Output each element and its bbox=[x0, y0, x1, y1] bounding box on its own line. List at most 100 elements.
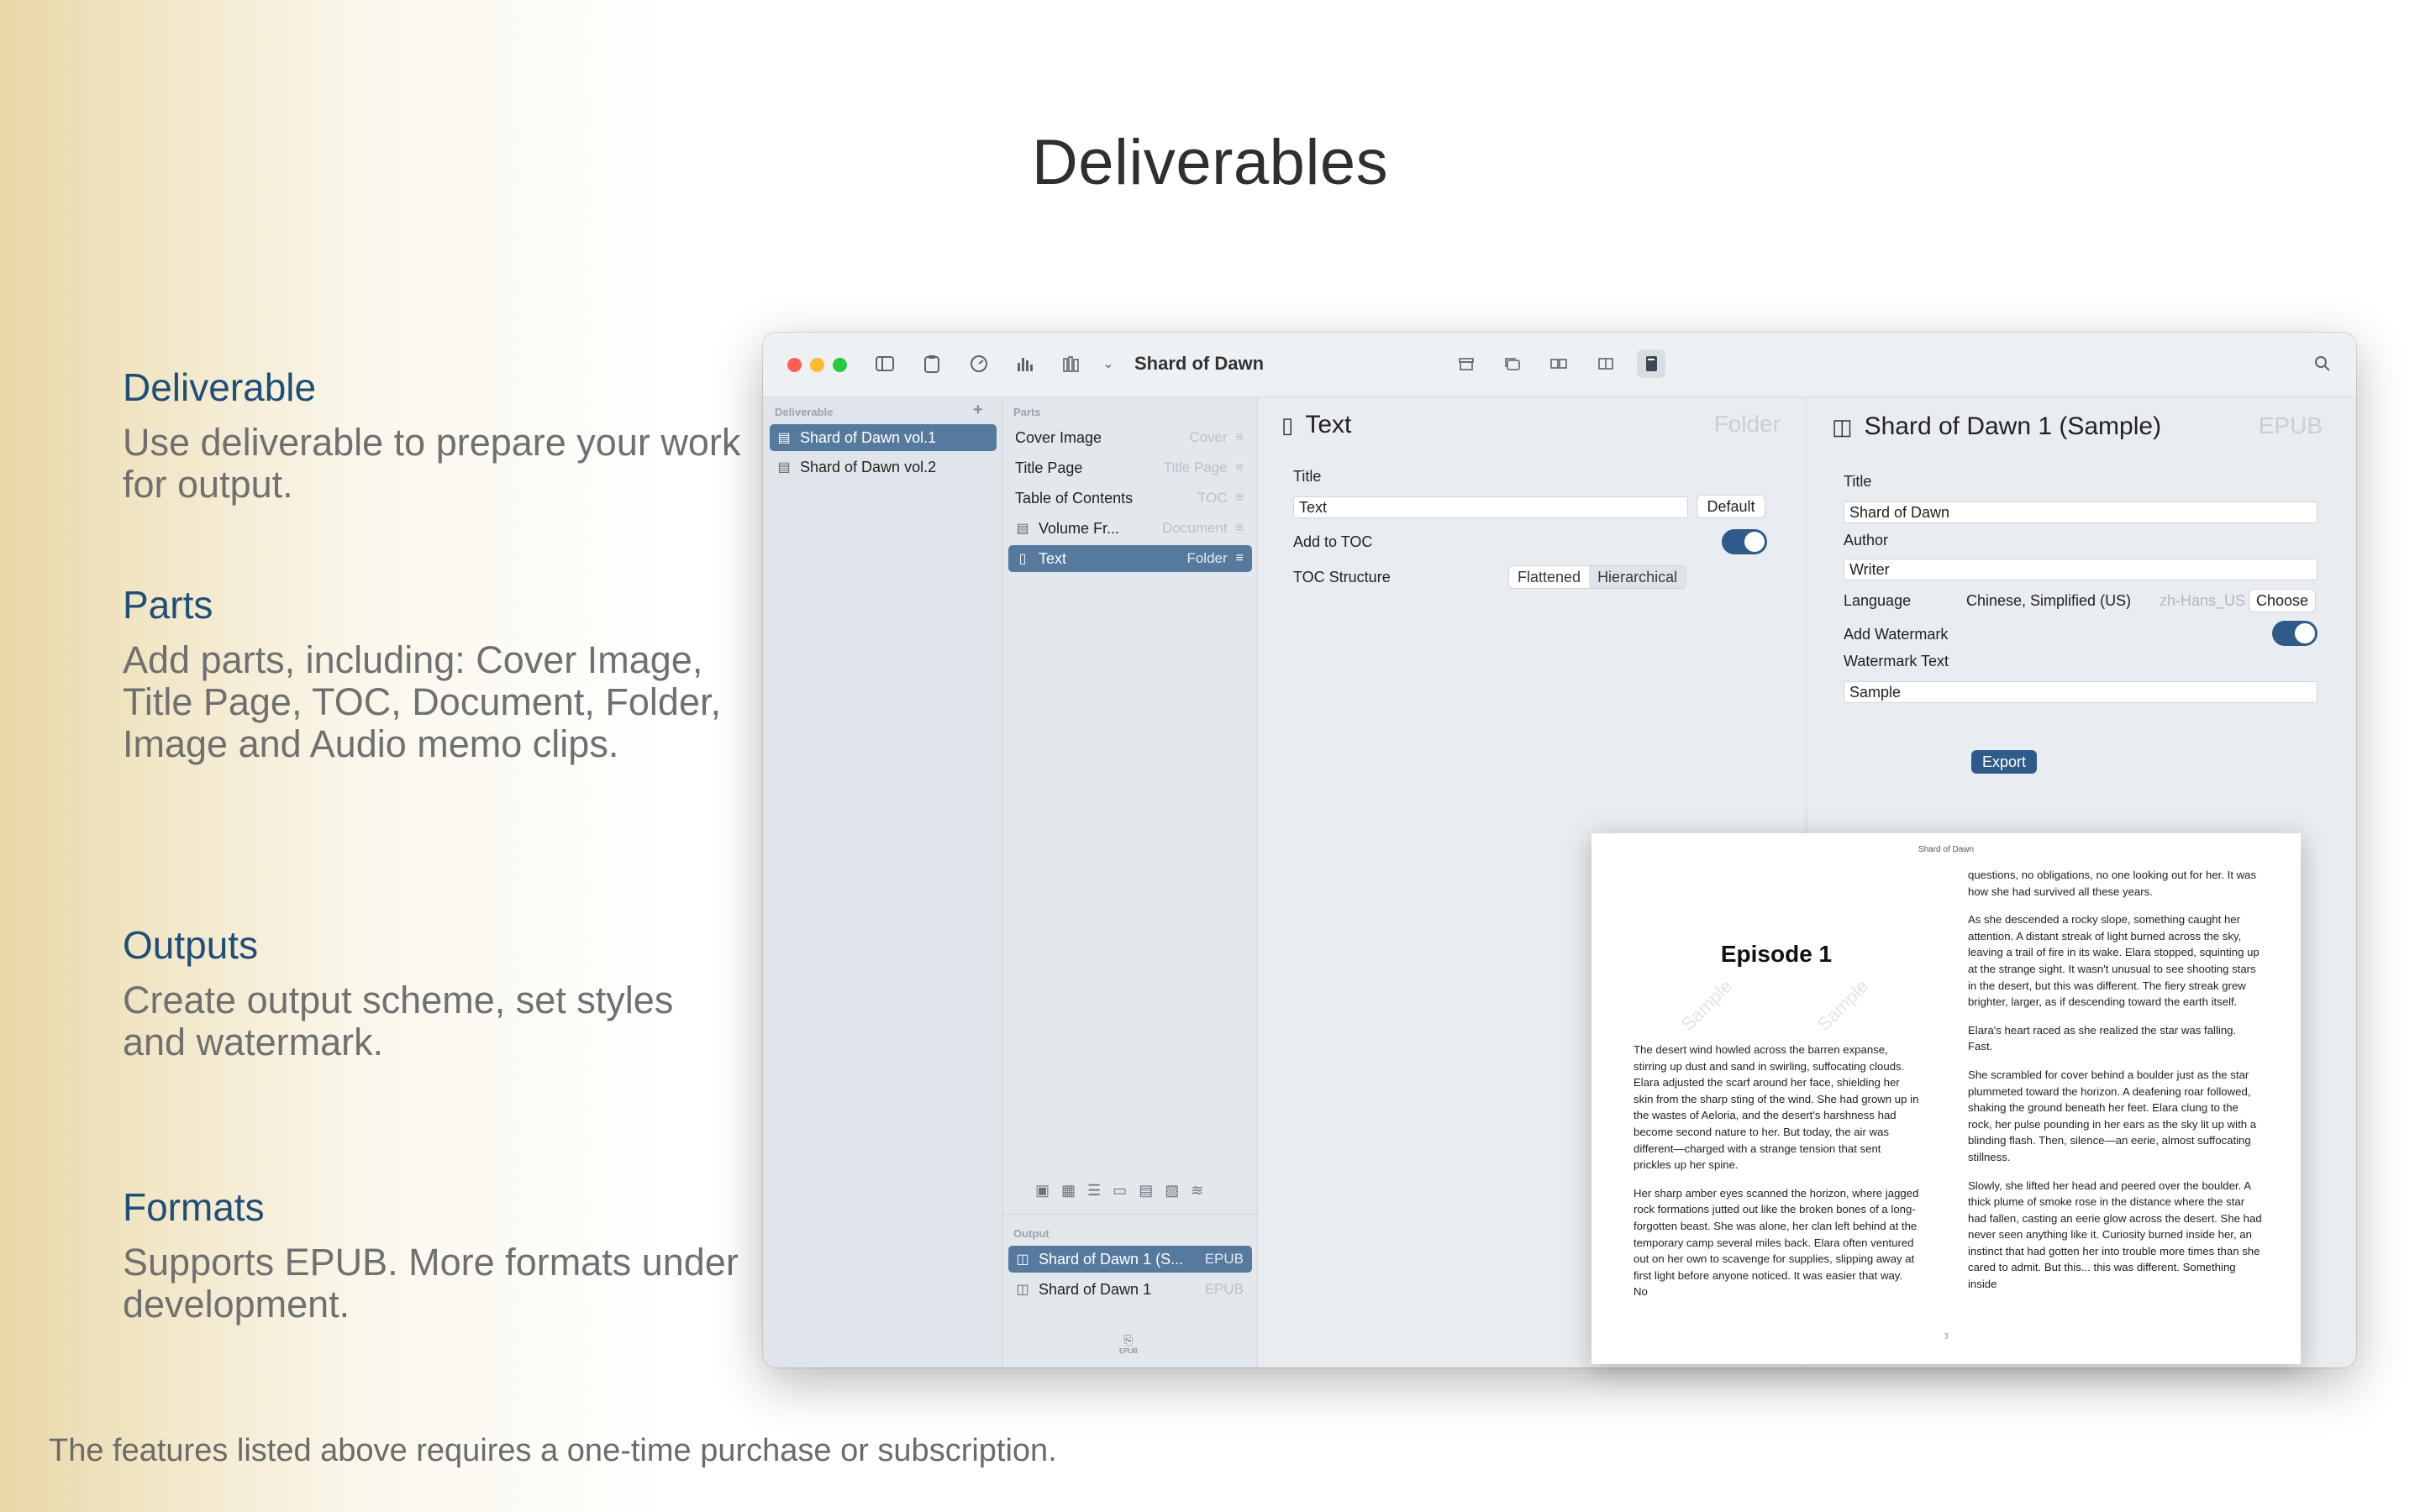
add-deliverable-button[interactable]: + bbox=[973, 401, 983, 420]
drag-handle-icon[interactable]: ≡ bbox=[1236, 430, 1244, 445]
feature-desc: Add parts, including: Cover Image, Title… bbox=[123, 638, 721, 765]
section-label-parts: Parts bbox=[1013, 406, 1041, 418]
preview-watermark: Sample bbox=[1676, 975, 1737, 1035]
default-button[interactable]: Default bbox=[1697, 495, 1765, 518]
book-icon: ▯ bbox=[1018, 552, 1027, 566]
feature-parts: Parts Add parts, including: Cover Image,… bbox=[123, 582, 744, 765]
toc-hierarchical-option[interactable]: Hierarchical bbox=[1589, 566, 1686, 588]
preview-paragraph: Elara's heart raced as she realized the … bbox=[1968, 1023, 2237, 1053]
preview-episode-title: Episode 1 bbox=[1720, 941, 1833, 967]
part-heading-text: Text bbox=[1305, 411, 1352, 438]
zoom-window-button[interactable] bbox=[833, 358, 847, 372]
preview-watermark: Sample bbox=[1812, 975, 1873, 1035]
feature-desc: Use deliverable to prepare your work for… bbox=[123, 421, 741, 506]
gauge-icon[interactable] bbox=[965, 349, 993, 378]
epub-preview-page: Shard of Dawn Episode 1 Sample Sample Th… bbox=[1591, 833, 2301, 1364]
toc-structure-label: TOC Structure bbox=[1293, 569, 1391, 585]
output-item[interactable]: ◫ Shard of Dawn 1 (S... EPUB bbox=[1008, 1246, 1252, 1273]
part-type: Cover bbox=[1189, 429, 1228, 445]
part-item-toc[interactable]: Table of Contents TOC ≡ bbox=[1008, 485, 1252, 512]
book-icon: ▯ bbox=[1281, 412, 1294, 438]
deliverable-item-label: Shard of Dawn vol.2 bbox=[800, 458, 937, 475]
part-name: Cover Image bbox=[1015, 428, 1102, 446]
chevron-down-icon[interactable]: ⌄ bbox=[1094, 349, 1123, 378]
epub-icon[interactable]: ⎘ EPUB bbox=[1119, 1333, 1138, 1355]
minimize-window-button[interactable] bbox=[810, 358, 824, 372]
author-input[interactable]: Writer bbox=[1844, 559, 2317, 580]
image-icon[interactable]: ▨ bbox=[1165, 1182, 1179, 1200]
choose-language-button[interactable]: Choose bbox=[2249, 589, 2316, 612]
document-icon: ▤ bbox=[1016, 522, 1029, 536]
feature-outputs: Outputs Create output scheme, set styles… bbox=[123, 922, 744, 1063]
clipboard-icon[interactable] bbox=[918, 349, 946, 378]
deliverable-item[interactable]: ▤ Shard of Dawn vol.2 bbox=[770, 454, 997, 480]
feature-deliverable: Deliverable Use deliverable to prepare y… bbox=[123, 365, 744, 506]
part-type: TOC bbox=[1197, 490, 1228, 506]
toc-structure-segmented: Flattened Hierarchical bbox=[1508, 565, 1687, 589]
windows-icon[interactable] bbox=[1498, 349, 1527, 378]
archive-icon[interactable] bbox=[1452, 349, 1481, 378]
document-icon: ▤ bbox=[777, 431, 791, 445]
divider bbox=[1003, 1214, 1257, 1215]
output-heading-text: Shard of Dawn 1 (Sample) bbox=[1864, 412, 2162, 440]
preview-paragraph: Slowly, she lifted her head and peered o… bbox=[1968, 1179, 2262, 1291]
sidebar-toggle-icon[interactable] bbox=[871, 349, 899, 378]
part-item-document[interactable]: ▤ Volume Fr... Document ≡ bbox=[1008, 515, 1252, 542]
parts-list: Parts Cover Image Cover ≡ Title Page Tit… bbox=[1003, 397, 1258, 1368]
watermark-text-label: Watermark Text bbox=[1844, 653, 1949, 669]
book-open-icon: ◫ bbox=[1832, 413, 1853, 439]
preview-paragraph: Her sharp amber eyes scanned the horizon… bbox=[1634, 1186, 1919, 1299]
title-page-icon[interactable]: ▦ bbox=[1061, 1182, 1076, 1200]
output-type-label: EPUB bbox=[2258, 412, 2323, 438]
document-icon[interactable]: ▤ bbox=[1139, 1182, 1153, 1200]
deliverable-item[interactable]: ▤ Shard of Dawn vol.1 bbox=[770, 424, 997, 451]
section-label-deliverable: Deliverable bbox=[775, 406, 834, 418]
output-name: Shard of Dawn 1 bbox=[1039, 1280, 1152, 1298]
preview-paragraph: She scrambled for cover behind a boulder… bbox=[1968, 1068, 2257, 1163]
part-type: Folder bbox=[1186, 550, 1228, 566]
drag-handle-icon[interactable]: ≡ bbox=[1236, 460, 1244, 475]
drag-handle-icon[interactable]: ≡ bbox=[1236, 491, 1244, 506]
part-title-input[interactable]: Text bbox=[1293, 496, 1688, 518]
columns-icon[interactable] bbox=[1591, 349, 1620, 378]
watermark-text-input[interactable]: Sample bbox=[1844, 681, 2317, 703]
book-open-icon: ◫ bbox=[1016, 1283, 1029, 1297]
language-label: Language bbox=[1844, 592, 1912, 609]
preview-paragraph: The desert wind howled across the barren… bbox=[1634, 1043, 1919, 1172]
drag-handle-icon[interactable]: ≡ bbox=[1236, 551, 1244, 566]
preview-page-number: 3 bbox=[1944, 1332, 1949, 1341]
library-icon[interactable] bbox=[1057, 349, 1086, 378]
chart-bar-icon[interactable] bbox=[1011, 349, 1039, 378]
output-item[interactable]: ◫ Shard of Dawn 1 EPUB bbox=[1008, 1276, 1252, 1303]
search-icon[interactable] bbox=[2308, 349, 2337, 378]
feature-desc: Create output scheme, set styles and wat… bbox=[123, 979, 674, 1063]
document-icon: ▤ bbox=[777, 460, 791, 475]
language-code: zh-Hans_US bbox=[2160, 592, 2246, 609]
add-watermark-toggle[interactable] bbox=[2272, 621, 2317, 646]
toc-icon[interactable]: ☰ bbox=[1087, 1182, 1101, 1200]
output-title-input[interactable]: Shard of Dawn bbox=[1844, 501, 2317, 523]
layout-icon[interactable] bbox=[1544, 349, 1573, 378]
output-type: EPUB bbox=[1204, 1251, 1244, 1267]
preview-running-header: Shard of Dawn bbox=[1918, 845, 1975, 854]
part-item-title-page[interactable]: Title Page Title Page ≡ bbox=[1008, 454, 1252, 481]
part-item-cover[interactable]: Cover Image Cover ≡ bbox=[1008, 424, 1252, 451]
drag-handle-icon[interactable]: ≡ bbox=[1236, 521, 1244, 536]
book-icon[interactable] bbox=[1637, 349, 1665, 378]
audio-waveform-icon[interactable]: ≋ bbox=[1191, 1182, 1203, 1200]
output-type: EPUB bbox=[1204, 1281, 1244, 1297]
export-button[interactable]: Export bbox=[1971, 750, 2037, 774]
part-name: Title Page bbox=[1015, 459, 1083, 476]
part-name: Volume Fr... bbox=[1039, 519, 1120, 537]
close-window-button[interactable] bbox=[787, 358, 802, 372]
toc-flattened-option[interactable]: Flattened bbox=[1509, 566, 1590, 588]
add-to-toc-toggle[interactable] bbox=[1722, 529, 1767, 554]
part-type: Title Page bbox=[1163, 459, 1228, 475]
feature-formats: Formats Supports EPUB. More formats unde… bbox=[123, 1184, 744, 1326]
cover-image-icon[interactable]: ▣ bbox=[1035, 1182, 1050, 1200]
add-to-toc-label: Add to TOC bbox=[1293, 533, 1373, 550]
folder-icon[interactable]: ▭ bbox=[1113, 1182, 1127, 1200]
part-item-folder[interactable]: ▯ Text Folder ≡ bbox=[1008, 545, 1252, 572]
epub-icon-label: EPUB bbox=[1119, 1347, 1138, 1355]
deliverable-sidebar: Deliverable + ▤ Shard of Dawn vol.1 ▤ Sh… bbox=[763, 397, 1003, 1368]
